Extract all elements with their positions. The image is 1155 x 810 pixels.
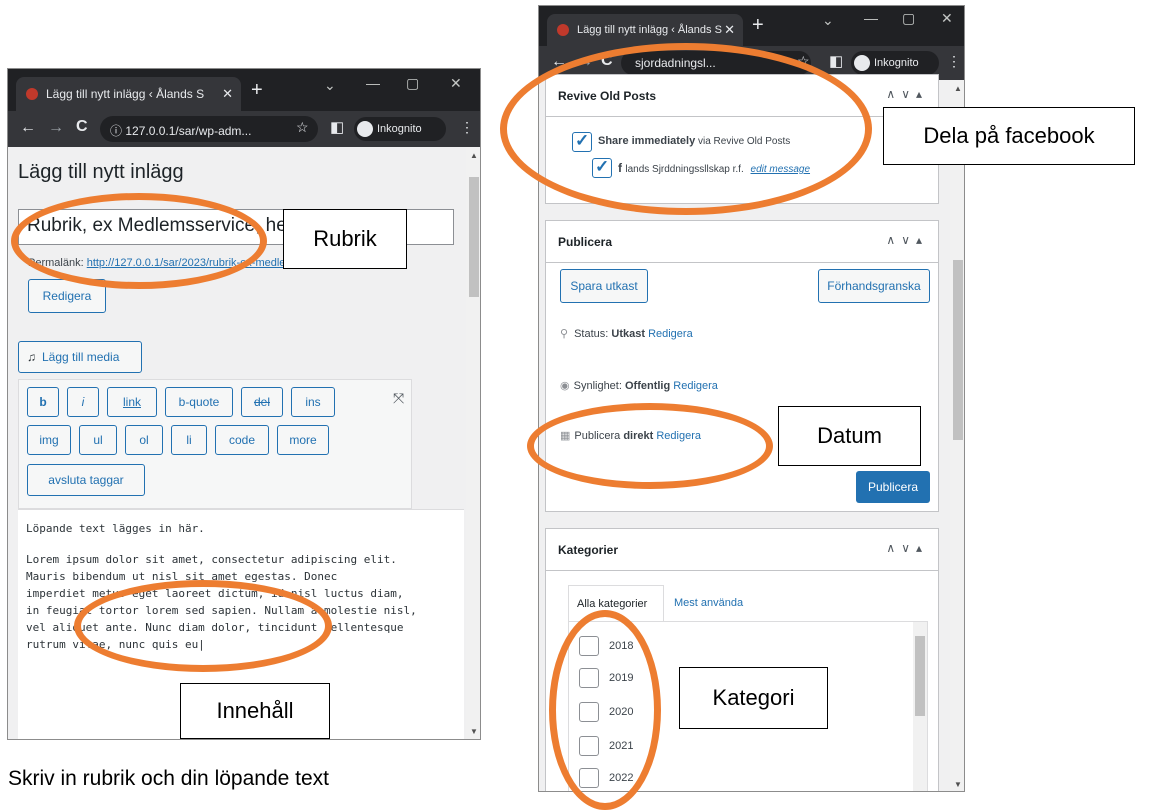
reload-icon[interactable]: C: [76, 118, 88, 136]
page-title: Lägg till nytt inlägg: [18, 161, 184, 183]
panel-controls[interactable]: ∧∨▴: [886, 541, 928, 555]
browser-tab[interactable]: Lägg till nytt inlägg ‹ Ålands S ✕: [547, 14, 743, 46]
favicon-icon: [26, 88, 38, 100]
address-bar[interactable]: ⓘ 127.0.0.1/sar/wp-adm...: [100, 116, 318, 142]
quicktag-more[interactable]: more: [277, 425, 329, 455]
pin-icon: ⚲: [560, 328, 569, 340]
annotation-ring-content: [74, 580, 332, 672]
incognito-badge[interactable]: Inkognito: [851, 51, 939, 75]
menu-kebab-icon[interactable]: ⋮: [460, 119, 474, 136]
quicktag-code[interactable]: code: [215, 425, 269, 455]
back-icon[interactable]: ←: [20, 119, 36, 137]
browser-toolbar: ← → C ⓘ 127.0.0.1/sar/wp-adm... ☆ ◧ Inko…: [8, 111, 480, 147]
content-first-line: Löpande text lägges in här.: [26, 522, 205, 535]
scroll-up-icon[interactable]: ▲: [954, 84, 962, 93]
content-line: Lorem ipsum dolor sit amet, consectetur …: [26, 553, 397, 566]
visibility-row: ◉ Synlighet: Offentlig Redigera: [560, 380, 718, 392]
annotation-ring-title: [11, 193, 267, 289]
maximize-icon[interactable]: ▢: [406, 75, 419, 92]
quicktag-ul[interactable]: ul: [79, 425, 117, 455]
annotation-ring-share: [500, 43, 872, 215]
edit-visibility-link[interactable]: Redigera: [673, 380, 718, 392]
incognito-icon: [357, 121, 373, 137]
maximize-icon[interactable]: ▢: [902, 10, 915, 27]
quicktag-b[interactable]: b: [27, 387, 59, 417]
incognito-badge[interactable]: Inkognito: [354, 117, 446, 141]
quicktag-del[interactable]: del: [241, 387, 283, 417]
browser-tab[interactable]: Lägg till nytt inlägg ‹ Ålands S ✕: [16, 77, 241, 111]
annotation-label-kategori: Kategori: [679, 667, 828, 729]
forward-icon[interactable]: →: [48, 119, 64, 137]
tab-strip: Lägg till nytt inlägg ‹ Ålands S ✕ + ⌄ —…: [539, 6, 964, 46]
instruction-caption: Skriv in rubrik och din löpande text: [8, 767, 329, 790]
side-panel-icon[interactable]: ◧: [330, 118, 344, 136]
add-media-button[interactable]: ♫ Lägg till media: [18, 341, 142, 373]
tab-most-used[interactable]: Mest använda: [674, 597, 743, 609]
scroll-down-icon[interactable]: ▼: [470, 727, 478, 736]
quicktag-close-tags[interactable]: avsluta taggar: [27, 464, 145, 496]
annotation-label-rubrik: Rubrik: [283, 209, 407, 269]
new-tab-icon[interactable]: +: [251, 79, 263, 102]
quicktag-ol[interactable]: ol: [125, 425, 163, 455]
quicktag-img[interactable]: img: [27, 425, 71, 455]
panel-header: Publicera: [546, 221, 938, 263]
close-tab-icon[interactable]: ✕: [724, 22, 735, 38]
favicon-icon: [557, 24, 569, 36]
scrollbar[interactable]: ▲ ▼: [466, 147, 480, 739]
scroll-thumb[interactable]: [915, 636, 925, 716]
scroll-thumb[interactable]: [953, 260, 963, 440]
tab-search-icon[interactable]: ⌄: [822, 12, 834, 29]
annotation-label-innehall: Innehåll: [180, 683, 330, 739]
close-tab-icon[interactable]: ✕: [222, 86, 233, 102]
scrollbar[interactable]: ▲ ▼: [950, 80, 964, 791]
panel-controls[interactable]: ∧∨▴: [886, 87, 928, 101]
scroll-up-icon[interactable]: ▲: [470, 151, 478, 160]
annotation-label-dela: Dela på facebook: [883, 107, 1135, 165]
info-icon: ⓘ: [110, 124, 126, 138]
fullscreen-icon[interactable]: ⤧: [393, 390, 404, 407]
quicktag-i[interactable]: i: [67, 387, 99, 417]
close-window-icon[interactable]: ✕: [450, 75, 462, 92]
quicktag-ins[interactable]: ins: [291, 387, 335, 417]
minimize-icon[interactable]: —: [864, 10, 878, 26]
status-row: ⚲ Status: Utkast Redigera: [560, 328, 693, 340]
editor-toolbar: b i link b-quote del ins ⤧ img ul ol li …: [18, 379, 412, 509]
incognito-icon: [854, 55, 870, 71]
save-draft-button[interactable]: Spara utkast: [560, 269, 648, 303]
quicktag-li[interactable]: li: [171, 425, 207, 455]
tab-search-icon[interactable]: ⌄: [324, 77, 336, 94]
tab-title: Lägg till nytt inlägg ‹ Ålands S: [46, 87, 205, 101]
tab-strip: Lägg till nytt inlägg ‹ Ålands S ✕ + ⌄ —…: [8, 69, 480, 111]
panel-title: Publicera: [558, 235, 613, 249]
publish-button[interactable]: Publicera: [856, 471, 930, 503]
panel-title: Kategorier: [558, 543, 619, 557]
tab-title: Lägg till nytt inlägg ‹ Ålands S: [577, 24, 722, 36]
new-tab-icon[interactable]: +: [752, 14, 764, 37]
quicktag-link[interactable]: link: [107, 387, 157, 417]
close-window-icon[interactable]: ✕: [941, 10, 953, 27]
quicktag-b-quote[interactable]: b-quote: [165, 387, 233, 417]
side-panel-icon[interactable]: ◧: [829, 52, 843, 70]
media-icon: ♫: [27, 350, 36, 364]
preview-button[interactable]: Förhandsgranska: [818, 269, 930, 303]
category-list-scrollbar[interactable]: [913, 622, 927, 791]
menu-kebab-icon[interactable]: ⋮: [947, 53, 961, 70]
panel-controls[interactable]: ∧∨▴: [886, 233, 928, 247]
url-text: 127.0.0.1/sar/wp-adm...: [125, 124, 252, 138]
annotation-ring-categories: [549, 610, 661, 810]
scroll-thumb[interactable]: [469, 177, 479, 297]
edit-status-link[interactable]: Redigera: [648, 328, 693, 340]
bookmark-star-icon[interactable]: ☆: [296, 119, 309, 136]
scroll-down-icon[interactable]: ▼: [954, 780, 962, 789]
minimize-icon[interactable]: —: [366, 75, 380, 91]
annotation-label-datum: Datum: [778, 406, 921, 466]
panel-header: Kategorier: [546, 529, 938, 571]
annotation-ring-date: [527, 403, 773, 489]
eye-icon: ◉: [560, 380, 570, 392]
